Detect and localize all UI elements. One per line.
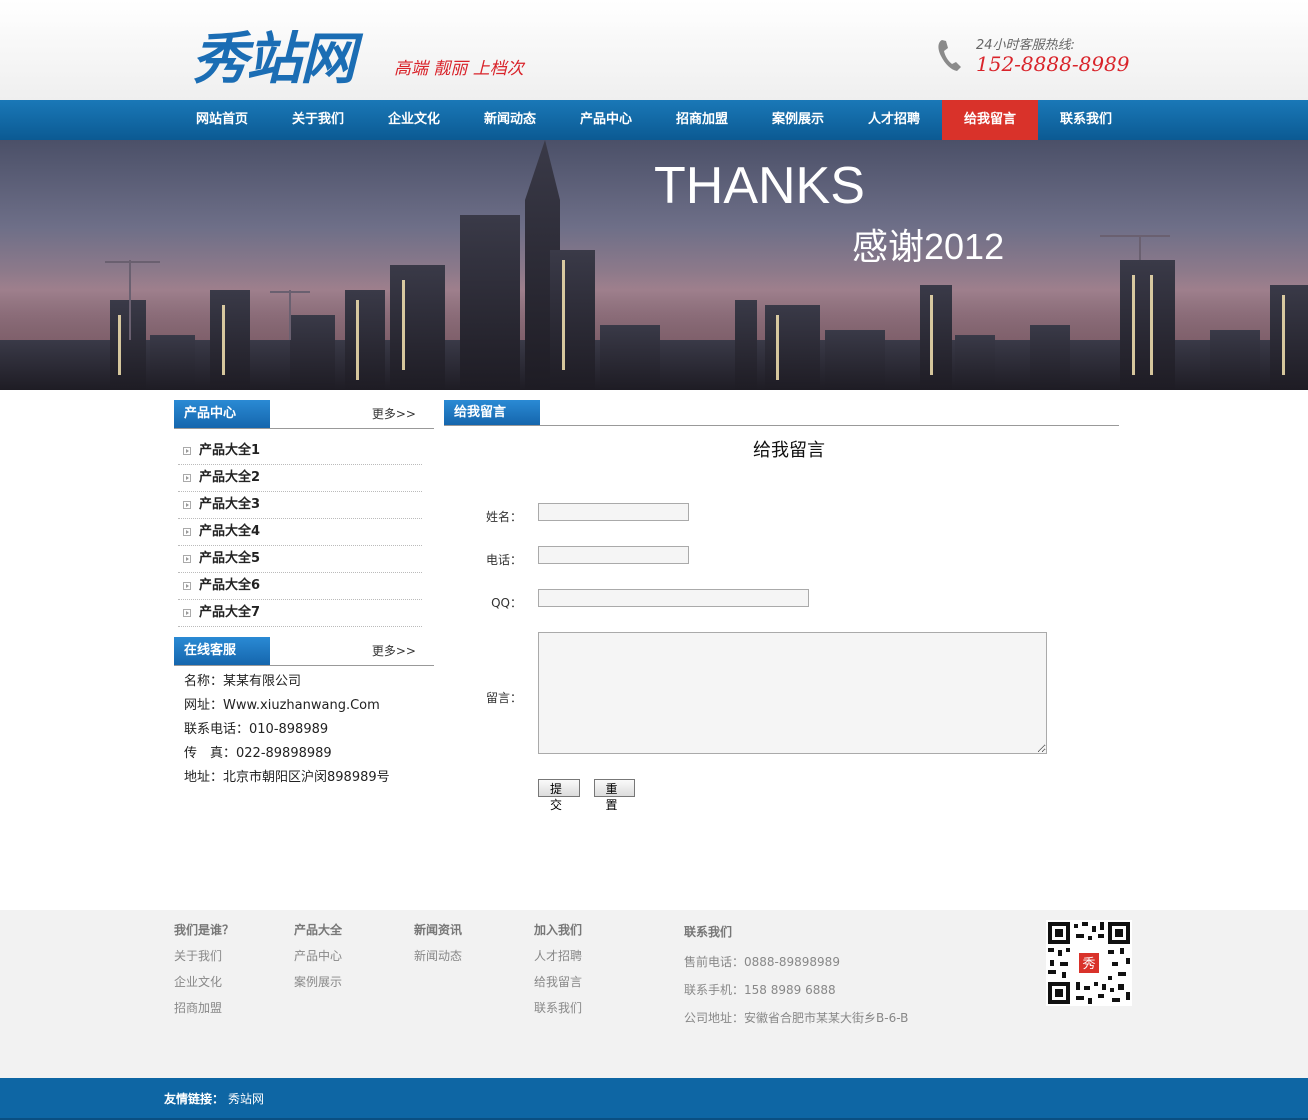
qr-code-icon: 秀 bbox=[1046, 920, 1132, 1006]
products-more-link[interactable]: 更多>> bbox=[372, 400, 416, 428]
service-company: 名称：某某有限公司 bbox=[184, 674, 302, 689]
product-item-label: 产品大全5 bbox=[199, 551, 261, 566]
hotline: 24小时客服热线: 152-8888-8989 bbox=[936, 30, 1130, 80]
nav-item-home[interactable]: 网站首页 bbox=[174, 100, 270, 140]
product-item-label: 产品大全1 bbox=[199, 443, 261, 458]
header: 秀站网 高端 靓丽 上档次 24小时客服热线: 152-8888-8989 bbox=[0, 0, 1308, 100]
product-item[interactable]: 产品大全1 bbox=[178, 438, 422, 465]
footer-contact-title: 联系我们 bbox=[684, 925, 733, 939]
footer-col-news: 新闻资讯 新闻动态 bbox=[414, 922, 462, 974]
product-item[interactable]: 产品大全2 bbox=[178, 465, 422, 492]
arrow-bullet-icon bbox=[183, 609, 191, 617]
logo-text: 秀站网 bbox=[192, 27, 356, 92]
footer-link-jobs[interactable]: 人才招聘 bbox=[534, 948, 582, 974]
footer: 我们是谁？ 关于我们 企业文化 招商加盟 产品大全 产品中心 案例展示 新闻资讯… bbox=[0, 910, 1308, 1078]
arrow-bullet-icon bbox=[183, 582, 191, 590]
qq-input[interactable] bbox=[538, 589, 809, 607]
service-info: 名称：某某有限公司 网址：Www.xiuzhanwang.Com 联系电话：01… bbox=[184, 670, 434, 790]
friend-links-label: 友情链接： bbox=[164, 1092, 225, 1106]
qq-label: QQ： bbox=[491, 596, 522, 610]
content-label: 留言： bbox=[485, 691, 522, 705]
nav-item-about[interactable]: 关于我们 bbox=[270, 100, 366, 140]
footer-link-cases[interactable]: 案例展示 bbox=[294, 974, 342, 1000]
nav-item-culture[interactable]: 企业文化 bbox=[366, 100, 462, 140]
service-box-title: 在线客服 bbox=[174, 637, 270, 665]
product-item-label: 产品大全6 bbox=[199, 578, 261, 593]
hotline-label: 24小时客服热线: bbox=[976, 38, 1075, 53]
footer-link-about[interactable]: 关于我们 bbox=[174, 948, 234, 974]
footer-contact: 联系我们 售前电话：0888-89898989 联系手机：158 8989 68… bbox=[684, 924, 908, 1038]
product-item[interactable]: 产品大全6 bbox=[178, 573, 422, 600]
footer-link-culture[interactable]: 企业文化 bbox=[174, 974, 234, 1000]
footer-link-news[interactable]: 新闻动态 bbox=[414, 948, 462, 974]
nav-item-news[interactable]: 新闻动态 bbox=[462, 100, 558, 140]
nav-item-products[interactable]: 产品中心 bbox=[558, 100, 654, 140]
banner-subtitle: 感谢2012 bbox=[852, 226, 1005, 267]
nav-item-contact[interactable]: 联系我们 bbox=[1038, 100, 1134, 140]
logo-slogan: 高端 靓丽 上档次 bbox=[394, 59, 524, 79]
service-website: 网址：Www.xiuzhanwang.Com bbox=[184, 698, 380, 713]
footer-col-join: 加入我们 人才招聘 给我留言 联系我们 bbox=[534, 922, 582, 1026]
product-item-label: 产品大全2 bbox=[199, 470, 261, 485]
friend-link-xiuzhanwang[interactable]: 秀站网 bbox=[228, 1090, 264, 1107]
footer-col-title: 产品大全 bbox=[294, 923, 343, 937]
product-item-label: 产品大全3 bbox=[199, 497, 261, 512]
service-phone: 联系电话：010-898989 bbox=[184, 722, 329, 737]
footer-link-contact[interactable]: 联系我们 bbox=[534, 1000, 582, 1026]
arrow-bullet-icon bbox=[183, 474, 191, 482]
submit-button[interactable]: 提交 bbox=[538, 779, 580, 812]
footer-col-about: 我们是谁？ 关于我们 企业文化 招商加盟 bbox=[174, 922, 234, 1026]
footer-col-title: 我们是谁？ bbox=[174, 923, 235, 937]
products-box-header: 产品中心 更多>> bbox=[174, 400, 434, 429]
footer-col-products: 产品大全 产品中心 案例展示 bbox=[294, 922, 342, 1000]
phone-icon bbox=[938, 40, 961, 71]
nav-item-message[interactable]: 给我留言 bbox=[942, 100, 1038, 140]
main-nav: 网站首页 关于我们 企业文化 新闻动态 产品中心 招商加盟 案例展示 人才招聘 … bbox=[0, 100, 1308, 140]
product-item-label: 产品大全4 bbox=[199, 524, 261, 539]
phone-label: 电话： bbox=[485, 553, 522, 567]
product-item[interactable]: 产品大全7 bbox=[178, 600, 422, 627]
footer-link-products[interactable]: 产品中心 bbox=[294, 948, 342, 974]
nav-item-jobs[interactable]: 人才招聘 bbox=[846, 100, 942, 140]
friend-links-bar: 友情链接： 秀站网 bbox=[0, 1078, 1308, 1120]
footer-col-title: 加入我们 bbox=[534, 923, 583, 937]
footer-link-franchise[interactable]: 招商加盟 bbox=[174, 1000, 234, 1026]
message-box-title: 给我留言 bbox=[444, 400, 540, 425]
qr-badge: 秀 bbox=[1082, 957, 1095, 972]
name-input[interactable] bbox=[538, 503, 689, 521]
nav-item-franchise[interactable]: 招商加盟 bbox=[654, 100, 750, 140]
footer-link-message[interactable]: 给我留言 bbox=[534, 974, 582, 1000]
banner: THANKS 感谢2012 bbox=[0, 140, 1308, 390]
banner-title: THANKS bbox=[654, 157, 865, 215]
product-item[interactable]: 产品大全5 bbox=[178, 546, 422, 573]
message-box-header: 给我留言 bbox=[444, 400, 1119, 426]
footer-col-title: 新闻资讯 bbox=[414, 923, 463, 937]
footer-address: 公司地址：安徽省合肥市某某大街乡B-6-B bbox=[684, 1011, 909, 1025]
service-more-link[interactable]: 更多>> bbox=[372, 637, 416, 665]
arrow-bullet-icon bbox=[183, 528, 191, 536]
footer-presales-phone: 售前电话：0888-89898989 bbox=[684, 955, 840, 969]
arrow-bullet-icon bbox=[183, 501, 191, 509]
product-item-label: 产品大全7 bbox=[199, 605, 261, 620]
nav-list: 网站首页 关于我们 企业文化 新闻动态 产品中心 招商加盟 案例展示 人才招聘 … bbox=[174, 100, 1134, 140]
message-textarea[interactable] bbox=[538, 632, 1047, 754]
product-item[interactable]: 产品大全4 bbox=[178, 519, 422, 546]
service-address: 地址：北京市朝阳区沪闵898989号 bbox=[184, 770, 390, 785]
service-fax: 传 真：022-89898989 bbox=[184, 746, 332, 761]
arrow-bullet-icon bbox=[183, 555, 191, 563]
product-item[interactable]: 产品大全3 bbox=[178, 492, 422, 519]
phone-input[interactable] bbox=[538, 546, 689, 564]
products-box-title: 产品中心 bbox=[174, 400, 270, 428]
nav-item-cases[interactable]: 案例展示 bbox=[750, 100, 846, 140]
name-label: 姓名： bbox=[485, 510, 522, 524]
footer-mobile: 联系手机：158 8989 6888 bbox=[684, 983, 836, 997]
hotline-number: 152-8888-8989 bbox=[976, 52, 1130, 76]
products-list: 产品大全1 产品大全2 产品大全3 产品大全4 产品大全5 产品大全6 产品大全… bbox=[178, 438, 422, 627]
reset-button[interactable]: 重置 bbox=[594, 779, 635, 812]
service-box-header: 在线客服 更多>> bbox=[174, 637, 434, 666]
message-heading: 给我留言 bbox=[753, 440, 825, 461]
arrow-bullet-icon bbox=[183, 447, 191, 455]
